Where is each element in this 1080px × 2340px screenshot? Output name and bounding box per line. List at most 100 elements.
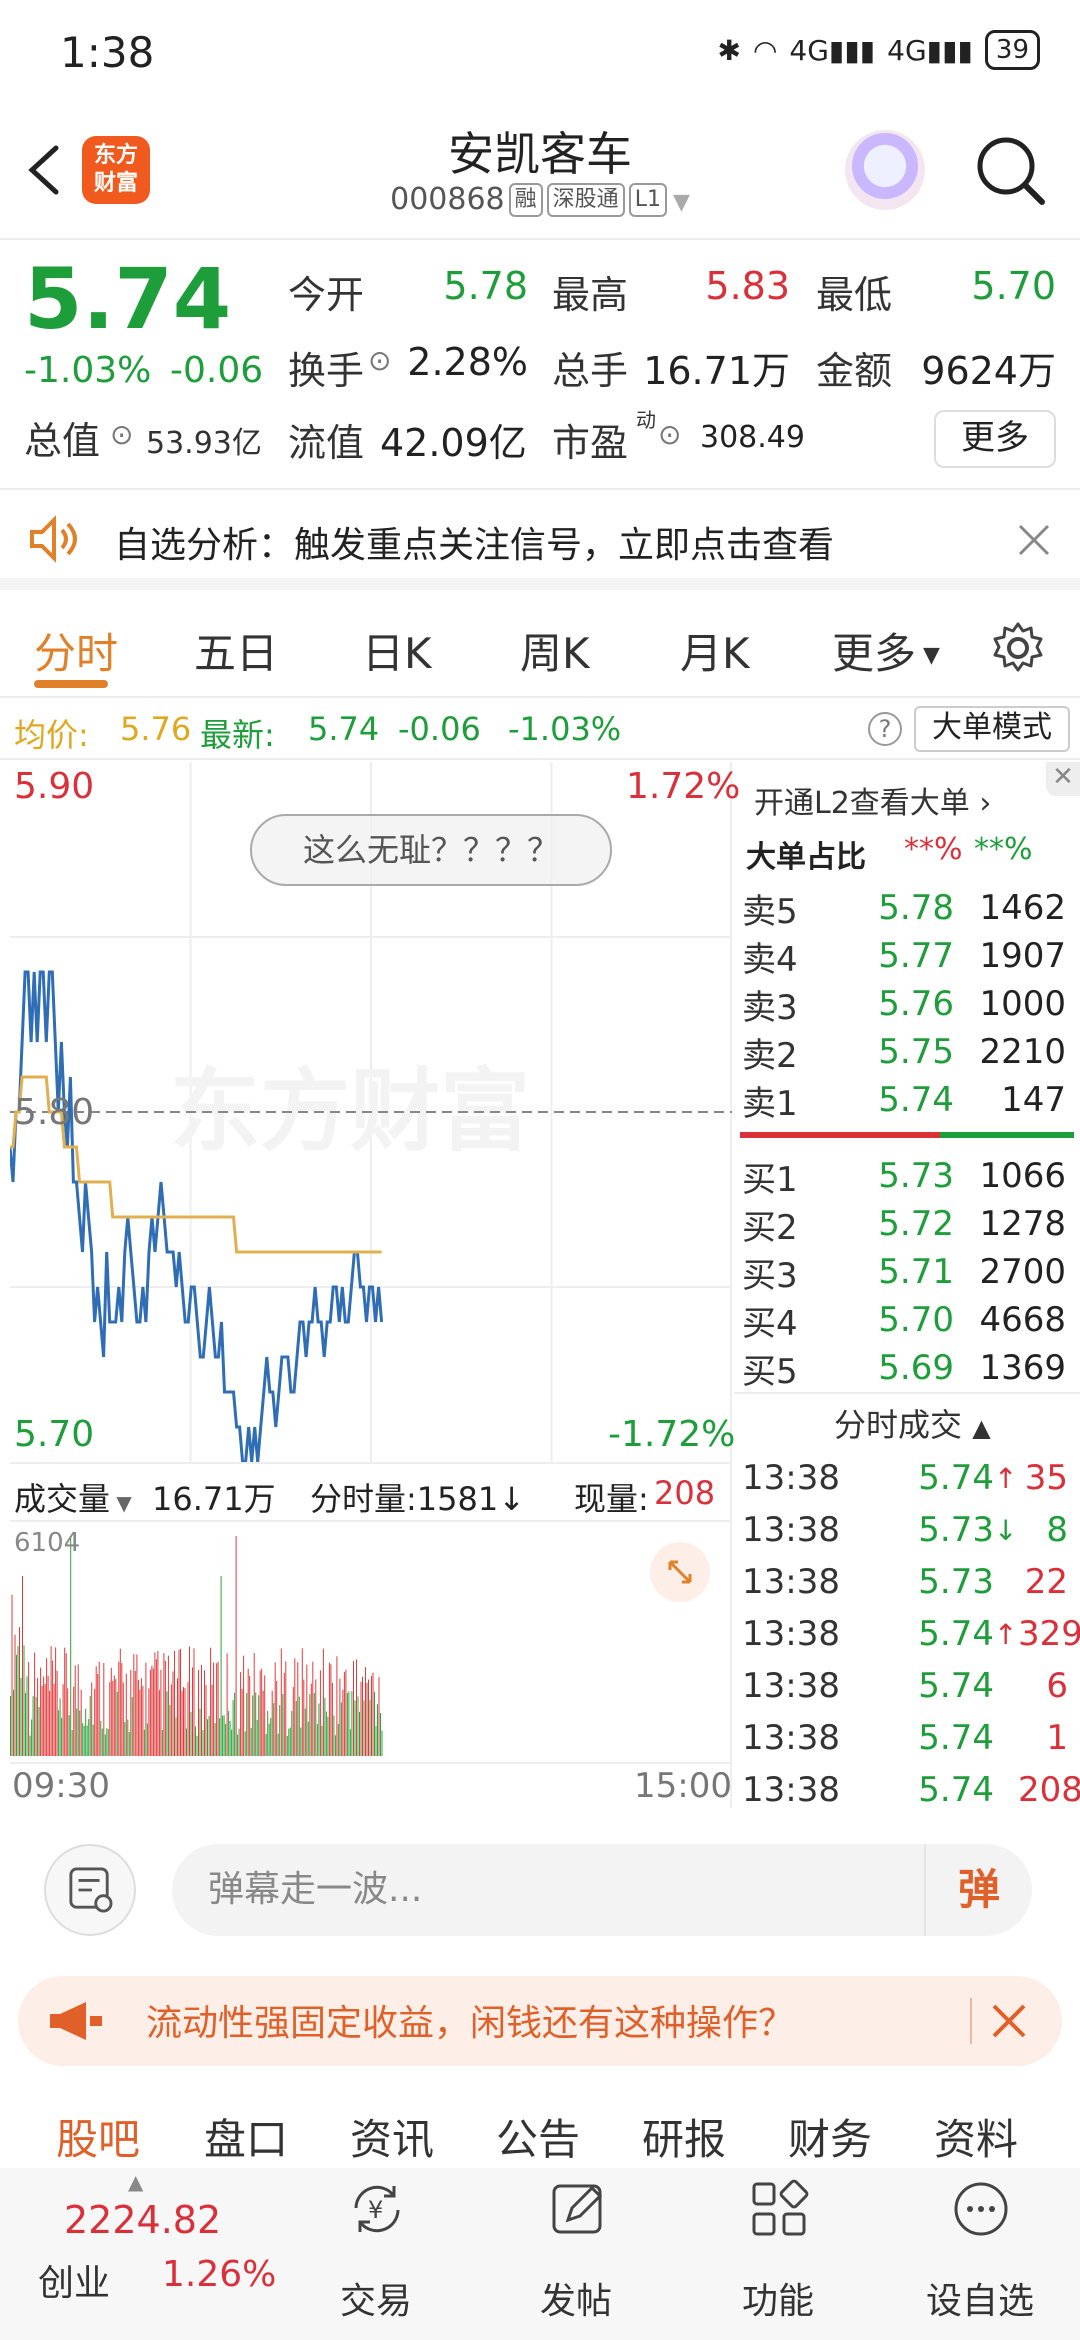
volume-bar [109,1682,111,1756]
sell-row[interactable]: 卖3 5.76 1000 [734,980,1080,1028]
robot-assistant-icon[interactable] [845,130,925,210]
info-icon[interactable]: ⊙ [658,418,681,451]
volume-bar [180,1648,181,1756]
big-order-mode-button[interactable]: 大单模式 [914,706,1070,752]
buy-row[interactable]: 买2 5.72 1278 [734,1200,1080,1248]
volume-bar [316,1724,318,1756]
tick-volume: 8 [1046,1510,1068,1550]
pe-superscript: 动 [636,408,656,432]
tick-list: 13:38 5.74 ↑ 35 13:38 5.73 ↓ 8 13:38 5.73 22 13:38 5… [734,1452,1080,1816]
volume-bar [46,1658,48,1756]
price-mid: 5.80 [14,1092,95,1133]
volume-bar [199,1708,201,1756]
tab-news[interactable]: 资讯 [350,2106,434,2167]
expand-icon[interactable] [650,1542,710,1602]
danmu-send-button[interactable]: 弹 [924,1844,1032,1936]
volume-bar [174,1650,175,1756]
tab-five-day[interactable]: 五日 [194,620,278,681]
danmu-settings-icon[interactable] [44,1844,136,1936]
tab-profile[interactable]: 资料 [934,2106,1018,2167]
tab-monthly-k[interactable]: 月K [680,620,750,681]
sell-row[interactable]: 卖4 5.77 1907 [734,932,1080,980]
tab-pankou[interactable]: 盘口 [204,2106,288,2167]
sell-price: 5.75 [878,1032,954,1072]
volume-bar [377,1704,378,1756]
l2-link[interactable]: 开通L2查看大单 › [754,778,991,822]
help-icon[interactable]: ? [868,712,902,746]
tick-time: 13:38 [742,1718,840,1758]
dropdown-icon[interactable]: ▼ [673,190,690,215]
index-ticker[interactable]: ▲ 2224.82 创业 1.26% [0,2168,300,2340]
nav-add-watchlist[interactable]: 设自选 [900,2168,1060,2340]
volume-bar [331,1682,333,1756]
buy-label: 买3 [742,1255,798,1296]
settings-gear-icon[interactable] [990,620,1046,676]
buy-row[interactable]: 买3 5.71 2700 [734,1248,1080,1296]
nav-functions[interactable]: 功能 [698,2168,858,2340]
tab-intraday[interactable]: 分时 [34,620,118,681]
promo-banner[interactable]: 流动性强固定收益，闲钱还有这种操作？ [18,1976,1062,2066]
volume-bar [14,1634,16,1756]
tick-direction-icon: ↑ [994,1461,1018,1495]
close-icon[interactable]: ✕ [1046,762,1080,796]
tick-price: 5.74 [918,1666,994,1706]
tab-more[interactable]: 更多 ▼ [832,620,940,681]
volume-bar [170,1684,172,1756]
tab-daily-k[interactable]: 日K [362,620,432,681]
comment-bubble[interactable]: 这么无耻？？？？ [250,814,612,886]
info-icon[interactable]: ⊙ [110,418,133,451]
volume-bar [44,1683,46,1756]
volume-bar [259,1670,261,1756]
volume-bar [169,1705,171,1756]
volume-bar [85,1708,87,1756]
volume-bar [64,1647,66,1756]
volume-bar [294,1658,296,1756]
volume-bar [271,1690,273,1756]
sell-row[interactable]: 卖5 5.78 1462 [734,884,1080,932]
danmu-input[interactable]: 弹幕走一波... [172,1844,1032,1936]
volume-bar [175,1717,177,1756]
volume-bar [280,1648,282,1756]
buy-ratio-bar [940,1132,1074,1138]
volume-bar [298,1696,300,1756]
tab-announcement[interactable]: 公告 [496,2106,580,2167]
volume-bar [276,1680,278,1756]
buy-row[interactable]: 买1 5.73 1066 [734,1152,1080,1200]
buy-row[interactable]: 买4 5.70 4668 [734,1296,1080,1344]
volume-bar [282,1694,284,1756]
pe-label: 市盈 [552,421,629,465]
volume-bar [214,1723,216,1756]
ticks-header[interactable]: 分时成交 ▲ [834,1400,991,1446]
search-icon[interactable] [970,130,1050,210]
big-order-ratio-label: 大单占比 [746,840,866,875]
volume-bar [158,1690,160,1756]
nav-trade[interactable]: ¥ 交易 [296,2168,456,2340]
price-top: 5.90 [14,766,95,807]
volume-bar [25,1692,26,1756]
buy-row[interactable]: 买5 5.69 1369 [734,1344,1080,1392]
volume-bar [351,1691,353,1756]
nav-post[interactable]: 发帖 [496,2168,656,2340]
volume-chart[interactable] [10,1524,732,1764]
close-icon[interactable] [1016,522,1052,558]
close-icon[interactable] [990,2002,1028,2040]
tick-volume: 22 [1024,1562,1068,1602]
volume-bar [193,1648,195,1756]
volume-bar [86,1725,88,1756]
volume-bar [151,1665,153,1756]
volume-selector[interactable]: 成交量 ▼ [14,1474,132,1520]
volume-bar [346,1693,348,1756]
tab-weekly-k[interactable]: 周K [520,620,590,681]
sell-row[interactable]: 卖1 5.74 147 [734,1076,1080,1124]
sell-row[interactable]: 卖2 5.75 2210 [734,1028,1080,1076]
sell-volume: 1462 [979,888,1066,928]
tab-research[interactable]: 研报 [642,2106,726,2167]
more-button[interactable]: 更多 [934,410,1056,468]
buy-volume: 1369 [979,1348,1066,1388]
sell-volume: 2210 [979,1032,1066,1072]
info-icon[interactable]: ⊙ [368,344,391,377]
volume-value: 16.71万 [643,349,790,393]
tab-finance[interactable]: 财务 [788,2106,872,2167]
tab-guba[interactable]: 股吧 [56,2106,140,2167]
alert-banner[interactable]: 自选分析：触发重点关注信号，立即点击查看 [0,490,1080,590]
